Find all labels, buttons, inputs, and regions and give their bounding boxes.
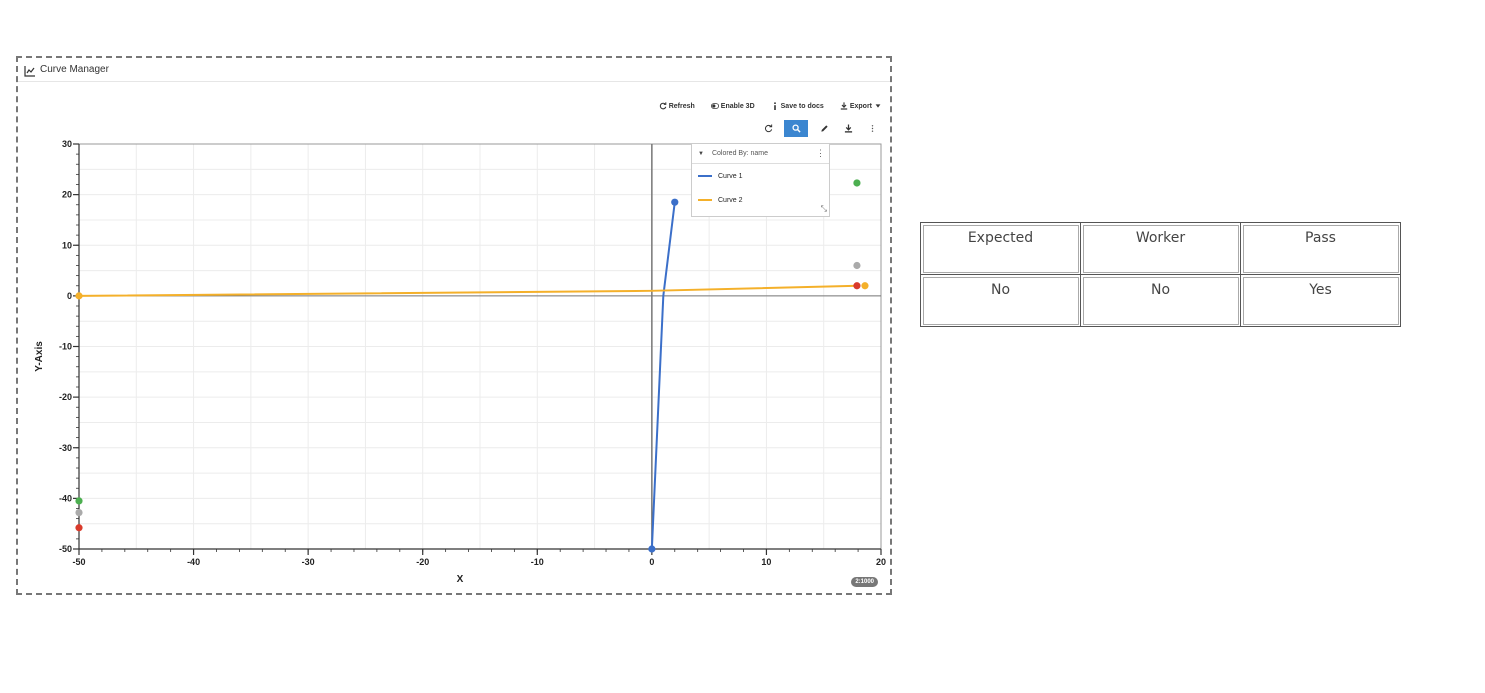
y-tick-label: 10 <box>62 240 72 250</box>
legend-item-curve-1[interactable]: Curve 1 <box>692 164 829 188</box>
x-tick-label: 10 <box>761 557 771 567</box>
series-line <box>650 202 676 550</box>
result-table: Expected Worker Pass No No Yes <box>920 222 1401 327</box>
legend-item-label: Curve 2 <box>718 196 743 204</box>
y-tick-label: -40 <box>59 493 72 503</box>
x-tick-label: -30 <box>302 557 315 567</box>
data-point <box>648 545 656 553</box>
curve-manager-panel: Curve Manager Refresh Enable 3D Save to … <box>16 56 892 595</box>
series-line <box>78 284 859 297</box>
data-point <box>853 179 861 187</box>
y-tick-label: -10 <box>59 342 72 352</box>
zoom-badge: 2:1000 <box>851 577 878 587</box>
x-tick-label: 20 <box>876 557 886 567</box>
header-worker: Worker <box>1080 222 1241 275</box>
x-tick-label: -40 <box>187 557 200 567</box>
data-point <box>75 292 83 300</box>
header-expected: Expected <box>920 222 1081 275</box>
legend[interactable]: ▼ Colored By: name ⋮ Curve 1 Curve 2 ⤡ <box>691 143 830 217</box>
caret-down-icon[interactable]: ▼ <box>698 151 704 157</box>
cell-worker: No <box>1080 274 1241 327</box>
header-pass: Pass <box>1240 222 1401 275</box>
resize-handle-icon[interactable]: ⤡ <box>821 204 827 214</box>
legend-colored-by: Colored By: name <box>711 150 768 157</box>
cell-expected: No <box>920 274 1081 327</box>
y-tick-label: -20 <box>59 392 72 402</box>
cell-pass: Yes <box>1240 274 1401 327</box>
x-tick-label: 0 <box>649 557 654 567</box>
data-point <box>861 282 869 290</box>
legend-item-label: Curve 1 <box>718 172 743 180</box>
chart-plot-area[interactable]: 30 20 10 0 -10 -20 -30 -40 -50-50 -40 -30 -20 -10 0 10… <box>18 58 890 593</box>
x-axis-title: X <box>457 574 464 585</box>
legend-header[interactable]: ▼ Colored By: name ⋮ <box>692 144 829 164</box>
table-header-row: Expected Worker Pass <box>920 222 1401 275</box>
data-point <box>671 198 679 206</box>
y-tick-label: 0 <box>67 291 72 301</box>
legend-swatch <box>698 175 712 177</box>
legend-swatch <box>698 199 712 201</box>
y-tick-label: -50 <box>59 544 72 554</box>
y-axis-title: Y-Axis <box>34 341 45 372</box>
y-tick-label: -30 <box>59 443 72 453</box>
x-tick-label: -20 <box>416 557 429 567</box>
legend-item-curve-2[interactable]: Curve 2 <box>692 188 829 212</box>
data-point <box>75 497 83 505</box>
y-tick-label: 30 <box>62 139 72 149</box>
data-point <box>75 508 83 517</box>
data-point <box>75 524 83 532</box>
table-row: No No Yes <box>920 274 1401 327</box>
data-point <box>853 261 861 270</box>
y-tick-label: 20 <box>62 190 72 200</box>
x-tick-label: -10 <box>531 557 544 567</box>
more-vertical-icon[interactable]: ⋮ <box>816 148 825 159</box>
data-point <box>853 282 861 290</box>
x-tick-label: -50 <box>72 557 85 567</box>
